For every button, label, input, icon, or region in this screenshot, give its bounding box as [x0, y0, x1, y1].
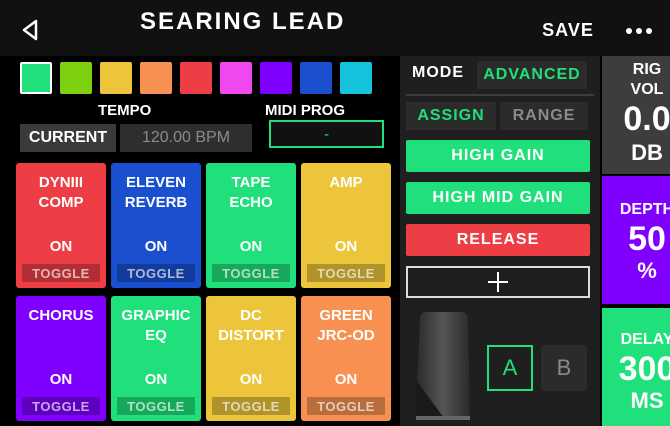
color-swatch[interactable] — [100, 62, 132, 94]
param-high-gain[interactable]: HIGH GAIN — [406, 140, 590, 172]
back-button[interactable] — [8, 10, 52, 50]
fx-block-state: ON — [144, 238, 168, 255]
expression-pedal-icon[interactable] — [414, 310, 472, 422]
knob-delay[interactable]: DELAY 300 MS — [602, 308, 670, 426]
fx-block-name: TAPE ECHO — [229, 174, 273, 211]
knob-unit: MS — [630, 388, 664, 413]
color-swatch[interactable] — [20, 62, 52, 94]
color-swatch[interactable] — [140, 62, 172, 94]
knob-panel: RIG VOL 0.0 DB DEPTH 50 % DELAY 300 MS — [602, 56, 670, 426]
fx-block-eleven-reverb[interactable]: ELEVEN REVERB ON TOGGLE — [111, 163, 201, 288]
color-swatch[interactable] — [60, 62, 92, 94]
pedal-a-button[interactable]: A — [487, 345, 533, 391]
fx-block-chorus[interactable]: CHORUS ON TOGGLE — [16, 296, 106, 421]
fx-block-name: GRAPHIC EQ — [121, 307, 191, 344]
fx-block-graphic-eq[interactable]: GRAPHIC EQ ON TOGGLE — [111, 296, 201, 421]
fx-block-state: ON — [144, 371, 168, 388]
knob-value: 0.0 — [623, 100, 670, 138]
range-tab[interactable]: RANGE — [500, 102, 588, 130]
fx-block-state: ON — [334, 371, 358, 388]
mode-label: MODE — [412, 64, 464, 81]
fx-block-name: ELEVEN REVERB — [124, 174, 188, 211]
knob-unit: DB — [631, 140, 663, 165]
plus-icon — [488, 272, 508, 292]
fx-toggle-button[interactable]: TOGGLE — [307, 264, 385, 282]
knob-rig-vol[interactable]: RIG VOL 0.0 DB — [602, 56, 670, 174]
knob-label: DEPTH — [619, 201, 670, 218]
fx-block-tape-echo[interactable]: TAPE ECHO ON TOGGLE — [206, 163, 296, 288]
tempo-heading: TEMPO — [98, 102, 152, 119]
back-arrow-icon — [22, 19, 38, 41]
knob-label: DELAY — [620, 331, 670, 348]
add-parameter-button[interactable] — [406, 266, 590, 298]
knob-value: 50 — [628, 220, 666, 258]
color-swatch[interactable] — [180, 62, 212, 94]
fx-toggle-button[interactable]: TOGGLE — [117, 397, 195, 415]
divider — [406, 94, 594, 96]
preset-title[interactable]: SEARING LEAD — [140, 8, 345, 36]
fx-block-state: ON — [49, 238, 73, 255]
preset-panel: TEMPO MIDI PROG CURRENT 120.00 BPM - DYN… — [8, 56, 398, 426]
fx-toggle-button[interactable]: TOGGLE — [212, 264, 290, 282]
midi-prog-heading: MIDI PROG — [265, 102, 346, 119]
midi-prog-field[interactable]: - — [269, 120, 384, 148]
fx-block-state: ON — [334, 238, 358, 255]
ellipsis-icon — [624, 21, 654, 39]
tempo-current-button[interactable]: CURRENT — [20, 124, 116, 152]
fx-toggle-button[interactable]: TOGGLE — [307, 397, 385, 415]
knob-value: 300 — [618, 350, 670, 388]
fx-block-name: GREEN JRC-OD — [317, 307, 375, 344]
fx-block-state: ON — [239, 371, 263, 388]
param-release[interactable]: RELEASE — [406, 224, 590, 256]
more-options-button[interactable] — [612, 10, 666, 50]
fx-toggle-button[interactable]: TOGGLE — [212, 397, 290, 415]
fx-block-dyniii-comp[interactable]: DYNIII COMP ON TOGGLE — [16, 163, 106, 288]
assign-tab[interactable]: ASSIGN — [406, 102, 496, 130]
controller-panel: MODE ADVANCED ASSIGN RANGE HIGH GAIN HIG… — [400, 56, 600, 426]
color-swatch[interactable] — [260, 62, 292, 94]
param-high-mid-gain[interactable]: HIGH MID GAIN — [406, 182, 590, 214]
fx-block-dc-distort[interactable]: DC DISTORT ON TOGGLE — [206, 296, 296, 421]
fx-block-name: DYNIII COMP — [38, 174, 84, 211]
tempo-bpm-field[interactable]: 120.00 BPM — [120, 124, 252, 152]
fx-block-name: AMP — [329, 174, 363, 191]
fx-block-state: ON — [49, 371, 73, 388]
fx-toggle-button[interactable]: TOGGLE — [22, 397, 100, 415]
top-bar: SEARING LEAD SAVE — [0, 0, 670, 56]
fx-block-state: ON — [239, 238, 263, 255]
color-swatch[interactable] — [300, 62, 332, 94]
mode-selector[interactable]: ADVANCED — [477, 61, 587, 89]
knob-depth[interactable]: DEPTH 50 % — [602, 176, 670, 304]
knob-label: RIG VOL — [630, 61, 664, 98]
fx-toggle-button[interactable]: TOGGLE — [117, 264, 195, 282]
fx-block-name: CHORUS — [28, 307, 94, 324]
pedal-b-button[interactable]: B — [541, 345, 587, 391]
save-button[interactable]: SAVE — [528, 10, 608, 50]
fx-toggle-button[interactable]: TOGGLE — [22, 264, 100, 282]
knob-unit: % — [637, 258, 657, 283]
fx-block-green-jrc-od[interactable]: GREEN JRC-OD ON TOGGLE — [301, 296, 391, 421]
color-swatch[interactable] — [220, 62, 252, 94]
fx-block-name: DC DISTORT — [218, 307, 284, 344]
color-swatch[interactable] — [340, 62, 372, 94]
fx-block-amp[interactable]: AMP ON TOGGLE — [301, 163, 391, 288]
